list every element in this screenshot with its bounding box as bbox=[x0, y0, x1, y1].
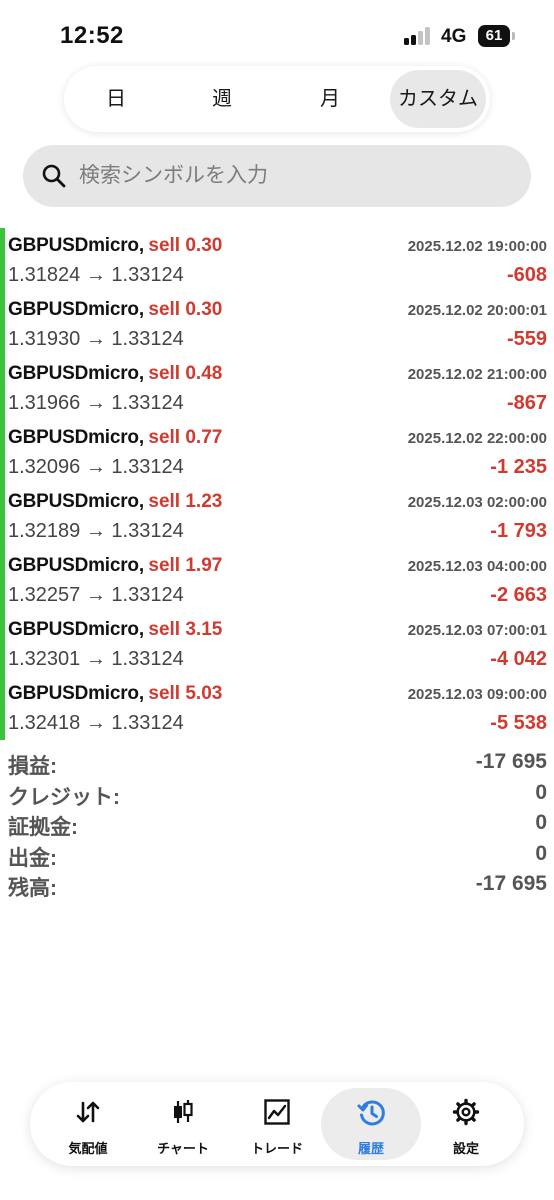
trade-action: sell 3.15 bbox=[148, 619, 223, 640]
search-bar bbox=[23, 145, 531, 207]
trade-datetime: 2025.12.02 19:00:00 bbox=[407, 238, 547, 255]
network-type: 4G bbox=[441, 26, 467, 47]
nav-quotes[interactable]: 気配値 bbox=[38, 1088, 138, 1160]
quotes-arrows-icon bbox=[76, 1101, 100, 1123]
trade-list: GBPUSDmicro, sell 0.30 2025.12.02 19:00:0… bbox=[0, 228, 554, 740]
trade-profit: -559 bbox=[506, 328, 547, 350]
trade-action: sell 0.48 bbox=[148, 363, 223, 384]
trade-symbol: GBPUSDmicro, bbox=[8, 491, 144, 512]
trade-action: sell 1.97 bbox=[148, 555, 223, 576]
trade-profit: -5 538 bbox=[490, 712, 547, 734]
trade-symbol: GBPUSDmicro, bbox=[8, 299, 144, 320]
tab-month[interactable]: 月 bbox=[280, 70, 380, 128]
trade-profit: -4 042 bbox=[490, 648, 547, 670]
history-clock-icon bbox=[357, 1100, 385, 1126]
summary-label: 証拠金: bbox=[8, 816, 78, 839]
nav-label: トレード bbox=[250, 1141, 303, 1156]
trade-profit: -2 663 bbox=[490, 584, 547, 606]
trade-action: sell 0.77 bbox=[148, 427, 223, 448]
summary-credit: クレジット: 0 bbox=[8, 781, 547, 812]
trade-symbol: GBPUSDmicro, bbox=[8, 363, 144, 384]
summary-value: 0 bbox=[535, 780, 547, 804]
summary-withdrawal: 出金: 0 bbox=[8, 842, 547, 873]
trade-profit: -1 793 bbox=[490, 520, 547, 542]
summary-margin: 証拠金: 0 bbox=[8, 811, 547, 842]
trade-row[interactable]: GBPUSDmicro, sell 0.77 2025.12.02 22:00:0… bbox=[0, 420, 554, 484]
account-summary: 損益: -17 695 クレジット: 0 証拠金: 0 出金: 0 残高: -1… bbox=[8, 750, 547, 903]
trade-row[interactable]: GBPUSDmicro, sell 0.48 2025.12.02 21:00:0… bbox=[0, 356, 554, 420]
summary-value: -17 695 bbox=[475, 872, 547, 895]
trade-row[interactable]: GBPUSDmicro, sell 1.97 2025.12.03 04:00:0… bbox=[0, 548, 554, 612]
trade-datetime: 2025.12.03 04:00:00 bbox=[407, 558, 547, 575]
trade-prices: 1.32418 → 1.33124 bbox=[8, 712, 184, 734]
search-icon bbox=[42, 164, 66, 188]
trade-profit: -1 235 bbox=[490, 456, 547, 478]
candlestick-chart-icon bbox=[174, 1100, 193, 1123]
trade-prices: 1.31824 → 1.33124 bbox=[8, 264, 184, 286]
trade-action: sell 5.03 bbox=[148, 683, 223, 704]
summary-value: 0 bbox=[535, 841, 547, 865]
summary-balance: 残高: -17 695 bbox=[8, 872, 547, 903]
nav-label: チャート bbox=[157, 1141, 209, 1156]
trade-symbol: GBPUSDmicro, bbox=[8, 555, 144, 576]
summary-label: 残高: bbox=[8, 877, 57, 900]
trade-prices: 1.32257 → 1.33124 bbox=[8, 584, 184, 606]
trade-row[interactable]: GBPUSDmicro, sell 3.15 2025.12.03 07:00:0… bbox=[0, 612, 554, 676]
nav-history[interactable]: 履歴 bbox=[321, 1088, 421, 1160]
trade-prices: 1.31966 → 1.33124 bbox=[8, 392, 184, 414]
trade-row[interactable]: GBPUSDmicro, sell 1.23 2025.12.03 02:00:0… bbox=[0, 484, 554, 548]
trade-row[interactable]: GBPUSDmicro, sell 5.03 2025.12.03 09:00:0… bbox=[0, 676, 554, 740]
tab-week[interactable]: 週 bbox=[172, 70, 272, 128]
trade-datetime: 2025.12.02 20:00:01 bbox=[407, 302, 547, 319]
battery-cap bbox=[512, 32, 515, 40]
trade-prices: 1.31930 → 1.33124 bbox=[8, 328, 184, 350]
trade-action: sell 1.23 bbox=[148, 491, 223, 512]
nav-chart[interactable]: チャート bbox=[133, 1088, 233, 1160]
trade-symbol: GBPUSDmicro, bbox=[8, 619, 144, 640]
trade-row[interactable]: GBPUSDmicro, sell 0.30 2025.12.02 19:00:0… bbox=[0, 228, 554, 292]
trade-action: sell 0.30 bbox=[148, 299, 223, 320]
summary-label: クレジット: bbox=[8, 785, 120, 809]
nav-settings[interactable]: 設定 bbox=[416, 1088, 516, 1160]
trade-prices: 1.32301 → 1.33124 bbox=[8, 648, 184, 670]
gear-icon bbox=[452, 1098, 480, 1126]
summary-value: -17 695 bbox=[475, 750, 547, 773]
trade-symbol: GBPUSDmicro, bbox=[8, 427, 144, 448]
trade-profit: -608 bbox=[506, 264, 547, 286]
trade-action: sell 0.30 bbox=[148, 235, 223, 256]
cellular-signal-icon bbox=[404, 27, 434, 45]
trade-line-chart-icon bbox=[264, 1099, 290, 1125]
trade-datetime: 2025.12.02 22:00:00 bbox=[407, 430, 547, 447]
status-time: 12:52 bbox=[60, 22, 124, 49]
battery-icon: 61 bbox=[478, 25, 510, 47]
history-screen: 12:52 4G 61 日 週 月 カスタム GBPUSDmicro, sell… bbox=[0, 0, 554, 1200]
trade-prices: 1.32096 → 1.33124 bbox=[8, 456, 184, 478]
trade-symbol: GBPUSDmicro, bbox=[8, 683, 144, 704]
trade-profit: -867 bbox=[506, 392, 547, 414]
summary-label: 損益: bbox=[8, 755, 57, 778]
nav-label: 設定 bbox=[452, 1141, 479, 1156]
summary-value: 0 bbox=[535, 811, 547, 834]
tab-custom[interactable]: カスタム bbox=[390, 70, 486, 128]
trade-symbol: GBPUSDmicro, bbox=[8, 235, 144, 256]
trade-prices: 1.32189 → 1.33124 bbox=[8, 520, 184, 542]
summary-label: 出金: bbox=[8, 846, 57, 870]
trade-row[interactable]: GBPUSDmicro, sell 0.30 2025.12.02 20:00:0… bbox=[0, 292, 554, 356]
status-bar: 12:52 4G 61 bbox=[0, 0, 554, 70]
nav-label: 履歴 bbox=[357, 1141, 384, 1156]
trade-datetime: 2025.12.03 09:00:00 bbox=[407, 686, 547, 703]
period-selector: 日 週 月 カスタム bbox=[64, 66, 490, 132]
trade-datetime: 2025.12.03 02:00:00 bbox=[407, 494, 547, 511]
tab-day[interactable]: 日 bbox=[66, 70, 166, 128]
trade-datetime: 2025.12.03 07:00:01 bbox=[407, 622, 547, 639]
bottom-tab-bar: 気配値 チャート トレード 履歴 設定 bbox=[30, 1082, 524, 1166]
summary-profit: 損益: -17 695 bbox=[8, 750, 547, 781]
search-input[interactable] bbox=[79, 145, 509, 207]
trade-datetime: 2025.12.02 21:00:00 bbox=[407, 366, 547, 383]
nav-label: 気配値 bbox=[68, 1141, 108, 1156]
nav-trade[interactable]: トレード bbox=[227, 1088, 327, 1160]
